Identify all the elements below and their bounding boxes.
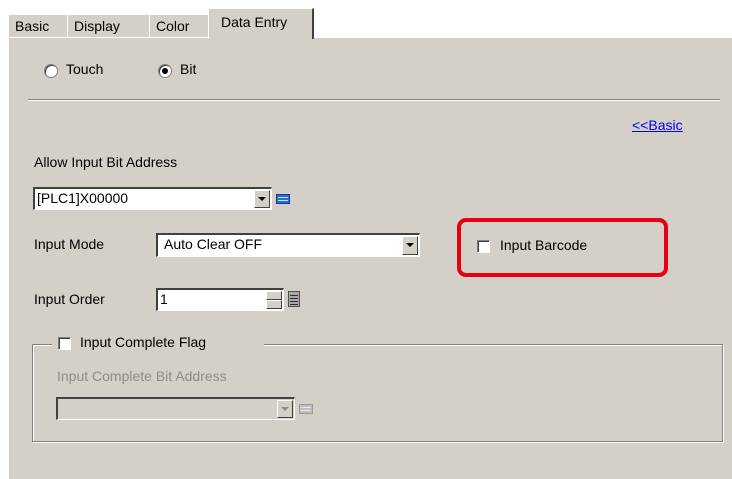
allow-input-bit-address-value: [PLC1]X00000 <box>37 190 129 206</box>
bit-radio[interactable] <box>158 64 172 78</box>
tab-basic[interactable]: Basic <box>8 14 68 37</box>
input-order-label: Input Order <box>34 291 105 307</box>
allow-input-bit-address-combo[interactable]: [PLC1]X00000 <box>33 187 272 210</box>
spin-up-button[interactable] <box>266 291 282 300</box>
input-complete-bit-address-dropdown[interactable] <box>277 400 293 418</box>
chevron-down-icon <box>281 407 289 411</box>
input-complete-bit-address-label: Input Complete Bit Address <box>57 368 227 384</box>
input-order-field[interactable]: 1 <box>156 288 284 311</box>
tab-data-entry[interactable]: Data Entry <box>208 8 314 39</box>
input-complete-bit-address-combo[interactable] <box>56 397 295 420</box>
highlight-box <box>457 218 668 277</box>
address-keypad-button[interactable] <box>274 190 292 208</box>
input-mode-dropdown[interactable] <box>402 236 418 255</box>
complete-address-keypad-button[interactable] <box>297 400 315 418</box>
spin-down-button[interactable] <box>266 300 282 309</box>
basic-link[interactable]: <<Basic <box>632 117 683 133</box>
input-order-value: 1 <box>160 291 168 307</box>
tab-display[interactable]: Display <box>67 14 150 37</box>
chevron-down-icon <box>258 197 266 201</box>
separator-highlight <box>28 100 720 101</box>
bit-radio-label: Bit <box>180 61 197 77</box>
calculator-icon <box>288 291 300 307</box>
input-order-calculator-button[interactable] <box>286 290 304 308</box>
input-order-spinner[interactable] <box>266 291 282 309</box>
touch-radio-label: Touch <box>66 61 104 77</box>
radio-selected-dot <box>162 68 168 74</box>
keypad-icon <box>299 404 313 414</box>
input-mode-label: Input Mode <box>34 236 105 252</box>
input-mode-combo[interactable]: Auto Clear OFF <box>156 233 420 257</box>
allow-input-bit-address-dropdown[interactable] <box>254 190 270 208</box>
input-complete-group <box>32 344 723 442</box>
input-complete-flag-label: Input Complete Flag <box>80 334 207 350</box>
touch-radio[interactable] <box>44 64 58 78</box>
input-mode-value: Auto Clear OFF <box>164 236 263 252</box>
keypad-icon <box>276 194 290 204</box>
tab-color[interactable]: Color <box>149 14 209 37</box>
chevron-down-icon <box>406 243 414 247</box>
input-complete-flag-checkbox[interactable] <box>58 337 71 350</box>
allow-input-bit-address-label: Allow Input Bit Address <box>34 154 178 170</box>
